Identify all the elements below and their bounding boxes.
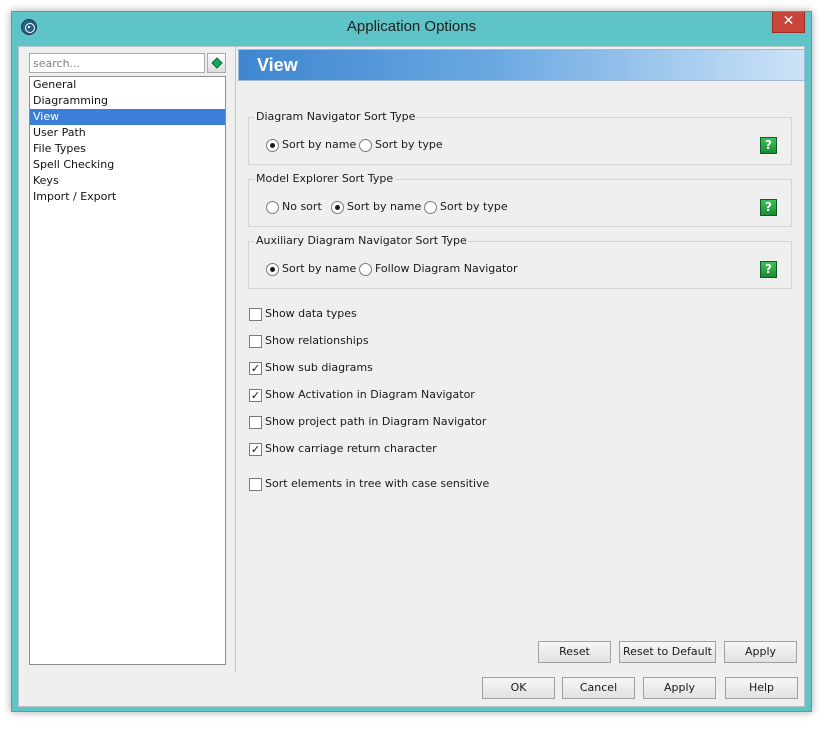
checkbox-box[interactable] [249,307,262,321]
help-button[interactable]: Help [725,677,798,699]
checkbox-label: Sort elements in tree with case sensitiv… [265,477,490,490]
checkbox-show-carriage-return[interactable]: ✓ Show carriage return character [249,441,437,457]
radio-label: No sort [282,200,322,213]
radio-label: Follow Diagram Navigator [375,262,518,275]
radio-me-sort-by-name[interactable]: Sort by name [331,200,421,216]
help-question-icon[interactable]: ? [760,261,777,278]
section-title: View [257,55,298,75]
section-header: View [238,49,805,81]
close-icon: ✕ [782,13,795,29]
reset-to-default-button[interactable]: Reset to Default [619,641,716,663]
category-item-general[interactable]: General [30,77,225,93]
radio-aux-sort-by-name[interactable]: Sort by name [266,262,356,278]
radio-dn-sort-by-type[interactable]: Sort by type [359,138,443,154]
checkbox-label: Show data types [265,307,357,320]
group-legend: Diagram Navigator Sort Type [254,110,418,123]
checkbox-show-project-path[interactable]: Show project path in Diagram Navigator [249,414,486,430]
options-sidebar: General Diagramming View User Path File … [29,53,226,665]
radio-label: Sort by name [282,262,357,275]
model-explorer-sort-group: Model Explorer Sort Type No sort Sort by… [248,172,792,227]
group-legend: Model Explorer Sort Type [254,172,396,185]
radio-me-no-sort[interactable]: No sort [266,200,322,216]
radio-aux-follow-diagram-navigator[interactable]: Follow Diagram Navigator [359,262,518,278]
view-settings-panel: View Diagram Navigator Sort Type Sort by… [235,47,806,672]
diagram-navigator-sort-group: Diagram Navigator Sort Type Sort by name… [248,110,792,165]
help-question-icon[interactable]: ? [760,199,777,216]
cancel-button[interactable]: Cancel [562,677,635,699]
window-title: Application Options [346,18,477,35]
checkbox-box[interactable] [249,334,262,348]
radio-button[interactable] [359,262,372,276]
checkmark-icon[interactable]: ✓ [249,361,262,375]
radio-label: Sort by name [282,138,357,151]
checkbox-sort-case-sensitive[interactable]: Sort elements in tree with case sensitiv… [249,476,489,492]
radio-dn-sort-by-name[interactable]: Sort by name [266,138,356,154]
category-item-spell-checking[interactable]: Spell Checking [30,157,225,173]
help-question-icon[interactable]: ? [760,137,777,154]
checkbox-box[interactable] [249,415,262,429]
radio-button-checked[interactable] [266,262,279,276]
panel-apply-button[interactable]: Apply [724,641,797,663]
checkbox-show-data-types[interactable]: Show data types [249,306,357,322]
category-list: General Diagramming View User Path File … [29,76,226,665]
dialog-client-area: General Diagramming View User Path File … [18,46,805,707]
category-item-file-types[interactable]: File Types [30,141,225,157]
checkbox-label: Show project path in Diagram Navigator [265,415,487,428]
checkmark-icon[interactable]: ✓ [249,442,262,456]
radio-button-checked[interactable] [331,200,344,214]
checkmark-icon[interactable]: ✓ [249,388,262,402]
application-options-window: Application Options ✕ General Diagrammin… [11,11,812,712]
checkbox-label: Show relationships [265,334,369,347]
radio-button[interactable] [266,200,279,214]
reset-button[interactable]: Reset [538,641,611,663]
search-diamond-icon [211,57,223,69]
category-item-user-path[interactable]: User Path [30,125,225,141]
title-bar[interactable]: Application Options ✕ [12,12,811,42]
checkbox-show-sub-diagrams[interactable]: ✓ Show sub diagrams [249,360,373,376]
category-item-keys[interactable]: Keys [30,173,225,189]
category-item-view[interactable]: View [30,109,225,125]
radio-button[interactable] [424,200,437,214]
checkbox-show-relationships[interactable]: Show relationships [249,333,369,349]
category-item-diagramming[interactable]: Diagramming [30,93,225,109]
radio-button[interactable] [359,138,372,152]
auxiliary-navigator-sort-group: Auxiliary Diagram Navigator Sort Type So… [248,234,792,289]
close-button[interactable]: ✕ [772,12,805,33]
checkbox-label: Show sub diagrams [265,361,373,374]
radio-label: Sort by name [347,200,422,213]
radio-label: Sort by type [440,200,508,213]
radio-label: Sort by type [375,138,443,151]
checkbox-box[interactable] [249,477,262,491]
checkbox-label: Show Activation in Diagram Navigator [265,388,475,401]
ok-button[interactable]: OK [482,677,555,699]
radio-me-sort-by-type[interactable]: Sort by type [424,200,508,216]
category-item-import-export[interactable]: Import / Export [30,189,225,205]
checkbox-show-activation[interactable]: ✓ Show Activation in Diagram Navigator [249,387,475,403]
search-input[interactable] [29,53,205,73]
apply-button[interactable]: Apply [643,677,716,699]
search-button[interactable] [207,53,226,73]
group-legend: Auxiliary Diagram Navigator Sort Type [254,234,469,247]
radio-button-checked[interactable] [266,138,279,152]
checkbox-label: Show carriage return character [265,442,437,455]
